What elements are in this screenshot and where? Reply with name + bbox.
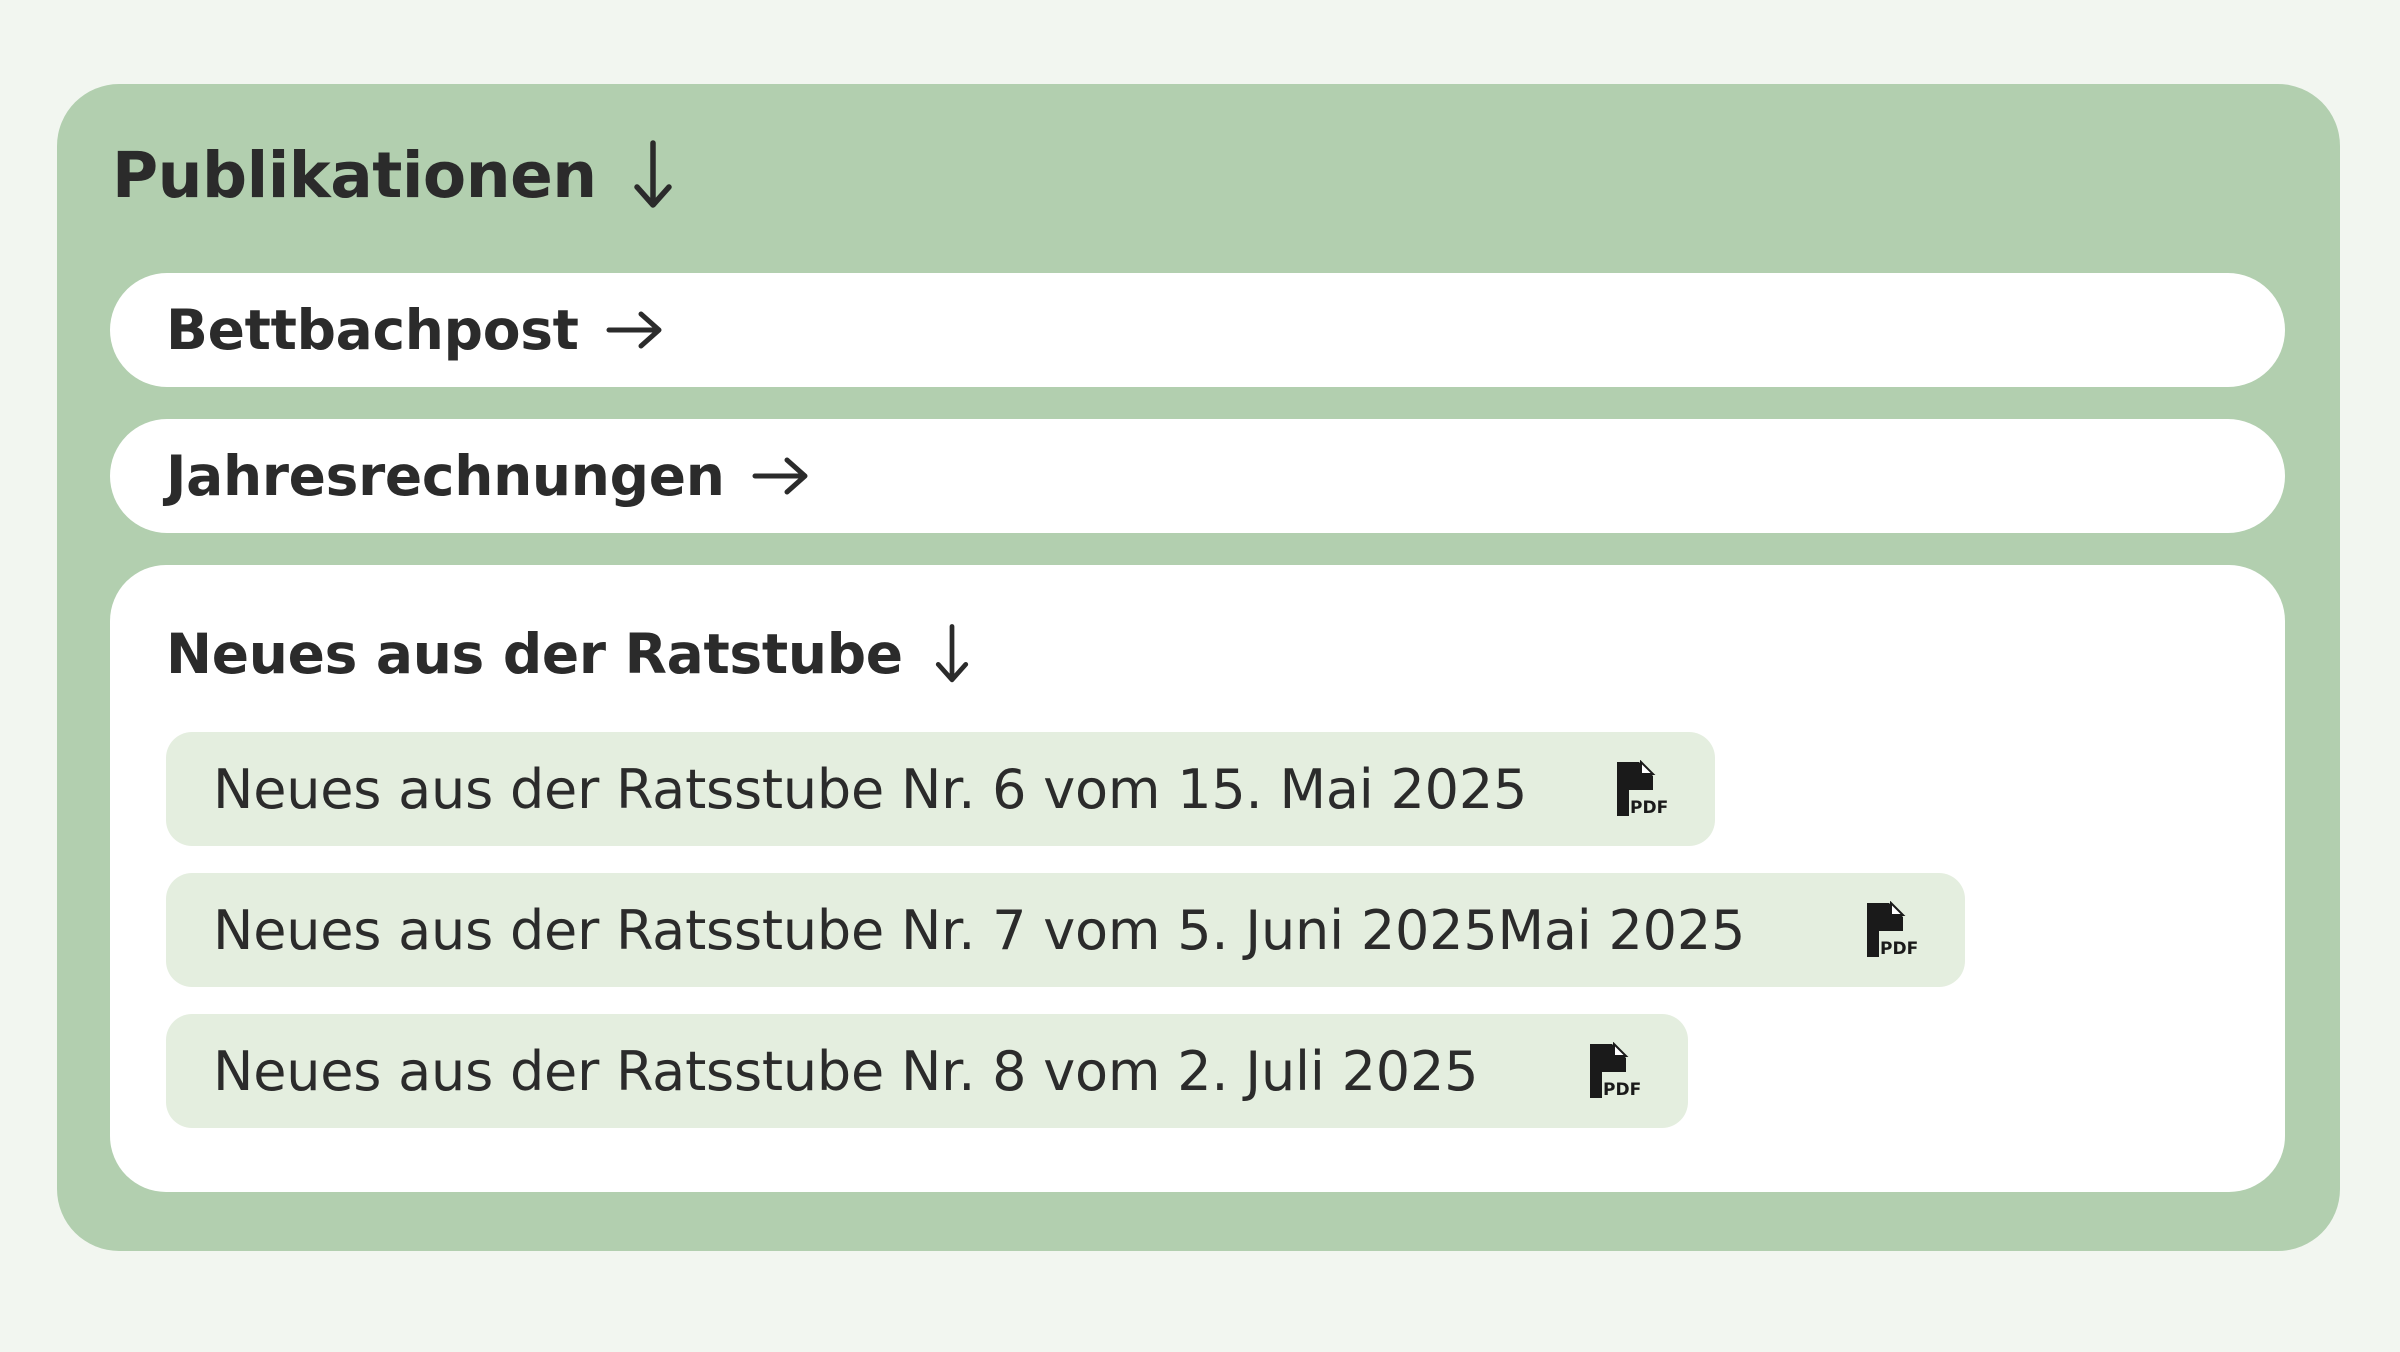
ratstube-section-title: Neues aus der Ratstube [166, 622, 903, 686]
document-label: Neues aus der Ratsstube Nr. 6 vom 15. Ma… [213, 757, 1528, 821]
arrow-down-icon [935, 624, 968, 683]
pdf-icon: PDF [1590, 1042, 1641, 1100]
publications-heading[interactable]: Publikationen [112, 130, 675, 220]
ratstube-section: Neues aus der Ratstube Neues aus der Rat… [110, 565, 2285, 1192]
document-link[interactable]: Neues aus der Ratsstube Nr. 6 vom 15. Ma… [166, 732, 1715, 846]
document-label: Neues aus der Ratsstube Nr. 7 vom 5. Jun… [213, 898, 1746, 962]
pdf-icon: PDF [1617, 760, 1668, 818]
svg-text:PDF: PDF [1880, 939, 1918, 959]
arrow-down-icon [633, 140, 672, 208]
document-link[interactable]: Neues aus der Ratsstube Nr. 8 vom 2. Jul… [166, 1014, 1688, 1128]
jahresrechnungen-label: Jahresrechnungen [166, 444, 725, 508]
document-link[interactable]: Neues aus der Ratsstube Nr. 7 vom 5. Jun… [166, 873, 1965, 987]
svg-text:PDF: PDF [1630, 798, 1668, 818]
bettbachpost-link[interactable]: Bettbachpost [110, 273, 2285, 387]
publications-panel: Publikationen Bettbachpost Jahresrechnun… [57, 84, 2340, 1251]
arrow-right-icon [752, 457, 808, 495]
svg-text:PDF: PDF [1603, 1080, 1641, 1100]
pdf-icon: PDF [1867, 901, 1918, 959]
arrow-right-icon [606, 311, 662, 349]
jahresrechnungen-link[interactable]: Jahresrechnungen [110, 419, 2285, 533]
ratstube-section-heading[interactable]: Neues aus der Ratstube [166, 617, 971, 691]
publications-title: Publikationen [112, 138, 597, 212]
bettbachpost-label: Bettbachpost [166, 298, 579, 362]
document-label: Neues aus der Ratsstube Nr. 8 vom 2. Jul… [213, 1039, 1479, 1103]
